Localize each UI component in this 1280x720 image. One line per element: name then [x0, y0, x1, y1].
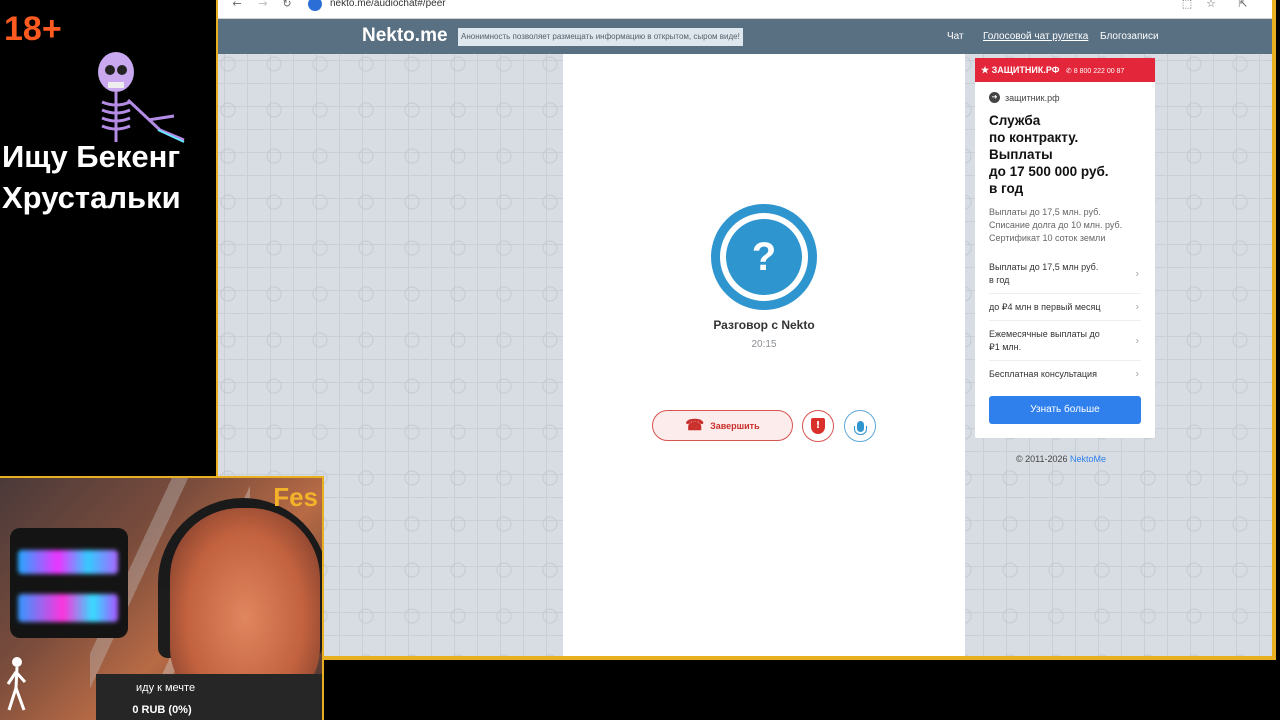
- streamer-label: Fes: [273, 482, 318, 512]
- chevron-right-icon: ›: [1135, 301, 1139, 313]
- share-icon[interactable]: ⇱: [1236, 0, 1250, 14]
- ad-banner[interactable]: ★ ЗАЩИТНИК.РФ ✆ 8 800 222 00 87: [975, 58, 1155, 82]
- advertisement: ★ ЗАЩИТНИК.РФ ✆ 8 800 222 00 87 ➜ защитн…: [975, 58, 1155, 438]
- goal-caption: иду к мечте: [136, 682, 196, 694]
- microphone-button[interactable]: [844, 410, 876, 442]
- stream-overlay: 18+ Ищу Бекенг Хрустальки: [0, 0, 216, 478]
- nav-blog[interactable]: Блогозаписи: [1100, 31, 1159, 42]
- rgb-lamp: [10, 528, 128, 638]
- back-icon[interactable]: ←: [230, 0, 244, 14]
- call-panel: ? Разговор с Nekto 20:15 ☎ Завершить !: [563, 54, 965, 656]
- ad-link-1[interactable]: Выплаты до 17,5 млн руб. в год ›: [989, 254, 1141, 294]
- ad-source-domain: защитник.рф: [1005, 92, 1060, 103]
- browser-viewport: ← → ↻ nekto.me/audiochat#/peer ⬚ ☆ ⇱ Nek…: [218, 0, 1272, 656]
- nav-chat[interactable]: Чат: [947, 31, 964, 42]
- extension-icon[interactable]: ⬚: [1180, 0, 1194, 14]
- ad-headline[interactable]: Служба по контракту. Выплаты до 17 500 0…: [989, 112, 1149, 197]
- peer-avatar: ?: [711, 204, 817, 310]
- overlay-caption-line2: Хрустальки: [2, 180, 181, 215]
- overlay-caption-line1: Ищу Бекенг: [2, 139, 181, 174]
- ad-phone: ✆ 8 800 222 00 87: [1065, 68, 1125, 75]
- overlay-caption: Ищу Бекенг Хрустальки: [2, 136, 181, 218]
- skeleton-sticker: [98, 52, 185, 143]
- shield-alert-icon: !: [811, 418, 825, 434]
- forward-icon[interactable]: →: [256, 0, 270, 14]
- address-bar[interactable]: nekto.me/audiochat#/peer: [330, 0, 446, 9]
- report-button[interactable]: !: [802, 410, 834, 442]
- ad-description: Выплаты до 17,5 млн. руб. Списание долга…: [989, 207, 1123, 243]
- nav-voice-chat[interactable]: Голосовой чат рулетка: [983, 31, 1088, 42]
- browser-frame: ← → ↻ nekto.me/audiochat#/peer ⬚ ☆ ⇱ Nek…: [216, 0, 1276, 660]
- ad-link-4[interactable]: Бесплатная консультация ›: [989, 361, 1141, 387]
- bookmark-star-icon[interactable]: ☆: [1204, 0, 1218, 14]
- stream-bottom-bar: [324, 660, 1280, 720]
- hangup-phone-icon: ☎: [685, 417, 705, 434]
- arrow-right-icon: ➜: [989, 92, 1000, 103]
- site-logo[interactable]: Nekto.me: [362, 25, 448, 47]
- site-header: Nekto.me Анонимность позволяет размещать…: [218, 19, 1272, 54]
- chevron-right-icon: ›: [1135, 268, 1139, 279]
- age-badge: 18+: [4, 10, 62, 48]
- footer-brand-link[interactable]: NektoMe: [1070, 454, 1106, 464]
- ad-links: Выплаты до 17,5 млн руб. в год › до ₽4 мл…: [989, 254, 1141, 387]
- ad-link-2[interactable]: до ₽4 млн в первый месяц ›: [989, 294, 1141, 321]
- star-icon: ★: [981, 65, 990, 75]
- ad-cta-button[interactable]: Узнать больше: [989, 396, 1141, 424]
- end-call-button[interactable]: ☎ Завершить: [652, 410, 793, 441]
- copyright: © 2011-2026 NektoMe: [1016, 454, 1107, 464]
- site-notice: Анонимность позволяет размещать информац…: [458, 28, 743, 46]
- end-call-label: Завершить: [710, 420, 760, 431]
- ad-link-3[interactable]: Ежемесячные выплаты до ₽1 млн. ›: [989, 321, 1141, 361]
- reload-icon[interactable]: ↻: [280, 0, 294, 14]
- chevron-right-icon: ›: [1135, 368, 1139, 380]
- site-info-icon[interactable]: [308, 0, 322, 11]
- ad-brand: ЗАЩИТНИК.РФ: [991, 65, 1060, 75]
- call-timer: 20:15: [751, 339, 777, 350]
- webcam-feed: Fes иду к мечте 0 RUB (0%): [0, 476, 324, 720]
- browser-toolbar: ← → ↻ nekto.me/audiochat#/peer ⬚ ☆ ⇱: [218, 0, 1272, 19]
- microphone-icon: [853, 420, 867, 435]
- question-mark-icon: ?: [726, 219, 802, 295]
- ad-source[interactable]: ➜ защитник.рф: [989, 92, 1060, 103]
- donation-progress: 0 RUB (0%): [132, 704, 192, 716]
- conversation-title: Разговор с Nekto: [713, 318, 815, 332]
- chevron-right-icon: ›: [1135, 335, 1139, 346]
